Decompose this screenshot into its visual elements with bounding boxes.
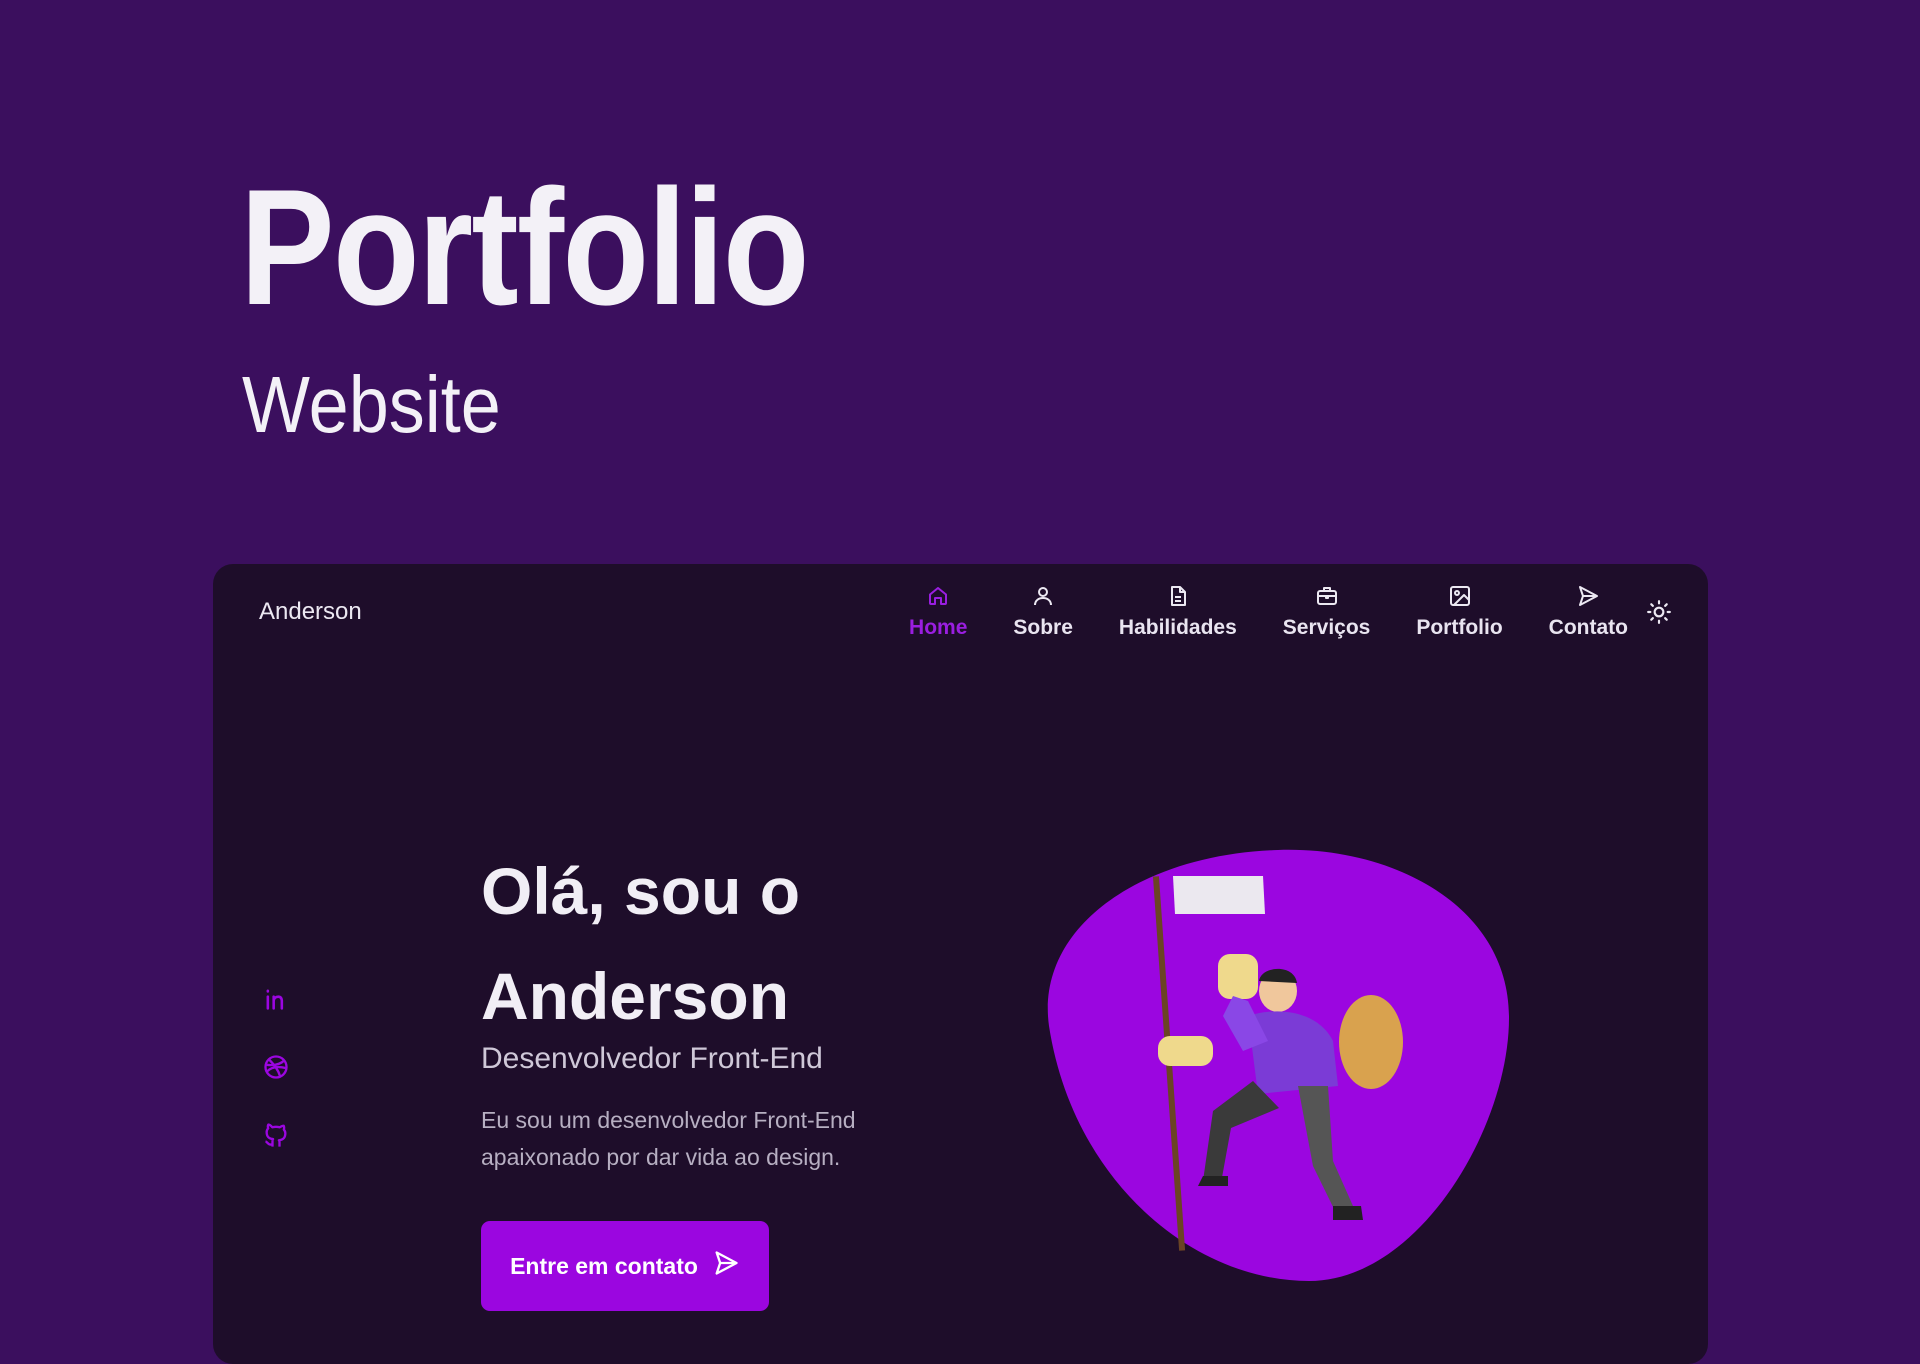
- greeting-heading: Olá, sou o Anderson: [481, 839, 800, 1049]
- nav-item-sobre[interactable]: Sobre: [1013, 582, 1073, 640]
- greeting-line-2: Anderson: [481, 959, 790, 1033]
- main-nav: Home Sobre Habilidades Serviços Portfoli…: [863, 582, 1628, 640]
- site-brand[interactable]: Anderson: [259, 598, 362, 626]
- nav-item-portfolio[interactable]: Portfolio: [1416, 582, 1503, 640]
- theme-toggle-button[interactable]: [1644, 599, 1674, 629]
- contact-button[interactable]: Entre em contato: [481, 1221, 769, 1311]
- hero-title: Portfolio: [240, 155, 810, 339]
- nav-label: Sobre: [1013, 616, 1073, 639]
- hero-illustration: [1047, 849, 1510, 1281]
- briefcase-icon: [1313, 582, 1341, 610]
- nav-label: Habilidades: [1118, 616, 1237, 639]
- nav-label: Contato: [1548, 616, 1628, 639]
- nav-item-servicos[interactable]: Serviços: [1282, 582, 1371, 640]
- file-icon: [1164, 582, 1192, 610]
- nav-item-home[interactable]: Home: [909, 582, 967, 640]
- github-icon[interactable]: [261, 1120, 291, 1150]
- nav-label: Serviços: [1282, 616, 1371, 639]
- social-links: [261, 984, 291, 1150]
- nav-label: Portfolio: [1416, 616, 1503, 639]
- description: Eu sou um desenvolvedor Front-End apaixo…: [481, 1107, 856, 1170]
- send-icon: [1574, 582, 1602, 610]
- contact-button-label: Entre em contato: [510, 1252, 698, 1279]
- sun-icon: [1646, 599, 1672, 630]
- send-icon: [712, 1249, 740, 1283]
- home-icon: [924, 582, 952, 610]
- website-preview: Anderson Home Sobre Habilidades Serviços: [213, 564, 1708, 1364]
- greeting-line-1: Olá, sou o: [481, 854, 801, 928]
- nav-label: Home: [909, 616, 968, 639]
- linkedin-icon[interactable]: [261, 984, 291, 1014]
- image-icon: [1446, 582, 1474, 610]
- nav-item-contato[interactable]: Contato: [1549, 582, 1628, 640]
- role-subtitle: Desenvolvedor Front-End: [481, 1042, 823, 1075]
- dribbble-icon[interactable]: [261, 1052, 291, 1082]
- user-icon: [1029, 582, 1057, 610]
- nav-item-habilidades[interactable]: Habilidades: [1119, 582, 1237, 640]
- hero-subtitle: Website: [242, 360, 501, 449]
